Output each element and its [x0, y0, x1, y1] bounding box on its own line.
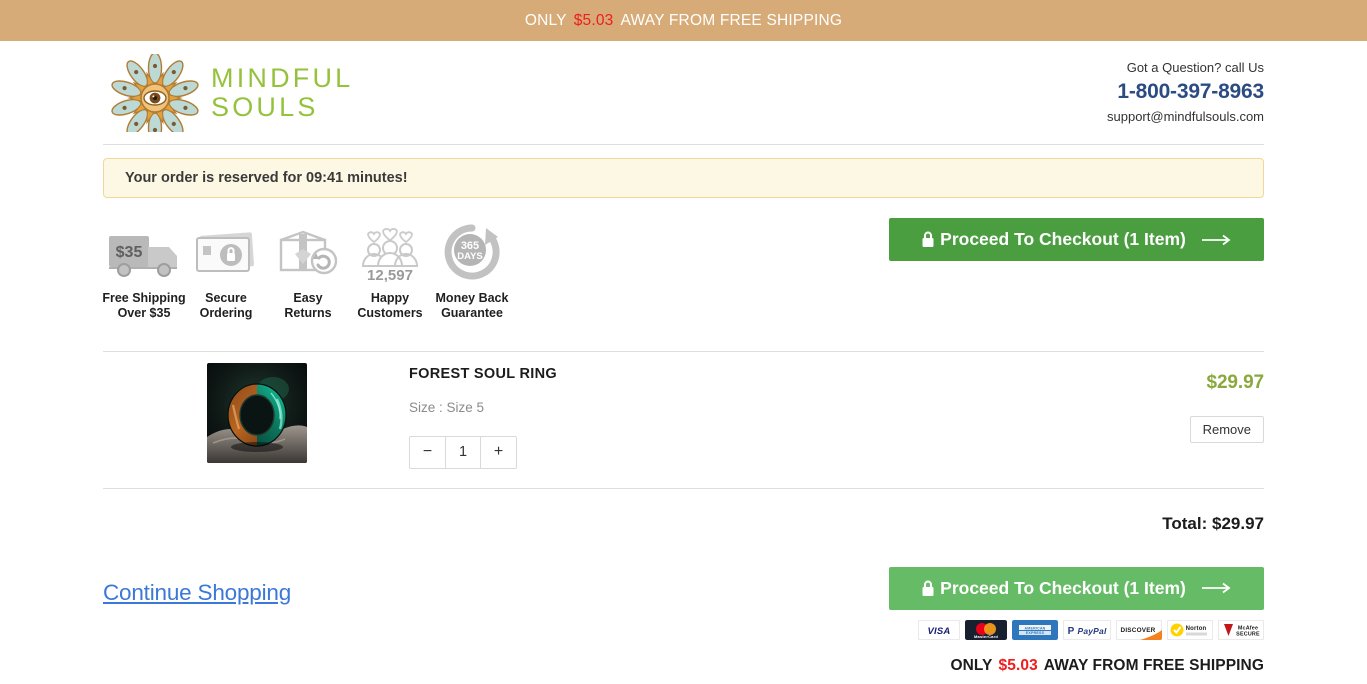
cart-item-details: FOREST SOUL RING Size : Size 5 − 1 +	[310, 363, 1084, 469]
brand-wordmark: MINDFUL SOULS	[211, 64, 353, 121]
svg-text:12,597: 12,597	[367, 267, 413, 282]
trust-badge-secure-ordering: Secure Ordering	[185, 216, 267, 321]
free-ship-amount: $5.03	[998, 656, 1038, 674]
contact-question-label: Got a Question? call Us	[1126, 60, 1264, 76]
checkout-button-label: Proceed To Checkout (1 Item)	[940, 229, 1186, 249]
norton-badge: Norton	[1167, 619, 1213, 640]
quantity-increment-button[interactable]: +	[481, 436, 516, 468]
money-back-365-icon: 365 DAYS	[436, 216, 508, 282]
paypal-badge: P PayPal	[1063, 619, 1111, 640]
trust-badge-caption: Money Back Guarantee	[435, 291, 509, 320]
free-shipping-promo-bar: ONLY $5.03 AWAY FROM FREE SHIPPING	[0, 0, 1367, 41]
promo-pre-text: ONLY	[524, 11, 567, 29]
order-reserved-alert: Your order is reserved for 09:41 minutes…	[103, 158, 1264, 198]
quantity-decrement-button[interactable]: −	[410, 436, 445, 468]
page-container: MINDFUL SOULS Got a Question? call Us 1-…	[0, 41, 1367, 675]
svg-text:Norton: Norton	[1186, 626, 1207, 632]
svg-text:VISA: VISA	[928, 626, 951, 637]
secure-card-lock-icon	[191, 216, 261, 282]
proceed-to-checkout-button-top[interactable]: Proceed To Checkout (1 Item)	[889, 218, 1264, 261]
svg-text:PayPal: PayPal	[1077, 626, 1107, 636]
svg-text:P: P	[1068, 626, 1075, 637]
return-box-icon	[273, 216, 343, 282]
remove-item-button[interactable]: Remove	[1189, 415, 1264, 443]
arrow-right-icon	[1201, 582, 1232, 594]
trust-badge-caption: Happy Customers	[357, 291, 423, 320]
continue-shopping-link[interactable]: Continue Shopping	[103, 567, 291, 606]
svg-text:AMERICAN: AMERICAN	[1025, 626, 1046, 630]
free-ship-pre: ONLY	[950, 656, 993, 674]
quantity-stepper[interactable]: − 1 +	[409, 435, 517, 469]
proceed-to-checkout-button-bottom[interactable]: Proceed To Checkout (1 Item)	[889, 566, 1264, 610]
free-ship-post: AWAY FROM FREE SHIPPING	[1043, 656, 1264, 674]
product-thumbnail[interactable]	[207, 362, 307, 463]
cart-totals: Total: $29.97	[103, 489, 1264, 534]
svg-text:$35: $35	[116, 244, 143, 261]
trust-badge-happy-customers: 12,597 Happy Customers	[349, 216, 431, 321]
svg-text:EXPRESS: EXPRESS	[1026, 631, 1045, 635]
trust-badges-row: $35 Free Shipping Over $35 Secure Orderi…	[102, 216, 1264, 352]
free-shipping-footer-message: ONLY $5.03 AWAY FROM FREE SHIPPING	[950, 657, 1264, 675]
contact-email: support@mindfulsouls.com	[1107, 108, 1264, 124]
quantity-value[interactable]: 1	[445, 436, 481, 468]
site-logo[interactable]: MINDFUL SOULS	[103, 53, 353, 132]
cart-item-thumbnail-cell	[103, 362, 310, 463]
checkout-button-label: Proceed To Checkout (1 Item)	[940, 577, 1186, 598]
svg-text:DISCOVER: DISCOVER	[1121, 627, 1156, 634]
contact-phone-link[interactable]: 1-800-397-8963	[1107, 79, 1264, 105]
product-variant: Size : Size 5	[409, 399, 485, 415]
brand-line-2: SOULS	[211, 91, 319, 122]
lock-icon	[921, 580, 935, 597]
cart-item-price-cell: $29.97 Remove	[1084, 363, 1264, 443]
discover-badge: DISCOVER	[1116, 619, 1162, 640]
mcafee-badge: McAfee SECURE	[1218, 619, 1264, 640]
order-reserved-text: Your order is reserved for 09:41 minutes…	[125, 170, 408, 186]
amex-badge: AMERICAN EXPRESS	[1012, 619, 1058, 640]
trust-badge-caption: Free Shipping Over $35	[102, 291, 186, 320]
trust-badge-easy-returns: Easy Returns	[267, 216, 349, 321]
lock-icon	[921, 231, 935, 248]
payment-badges-row: VISA MasterCard AMERICAN EXPRESS P PayPa…	[918, 619, 1264, 640]
promo-post-text: AWAY FROM FREE SHIPPING	[620, 11, 843, 29]
cart-total: Total: $29.97	[1162, 513, 1264, 533]
cart-item-row: FOREST SOUL RING Size : Size 5 − 1 + $29…	[103, 352, 1264, 489]
trust-badge-caption: Easy Returns	[284, 291, 332, 320]
product-price: $29.97	[1206, 371, 1264, 393]
trust-badges-list: $35 Free Shipping Over $35 Secure Orderi…	[102, 216, 513, 321]
mastercard-badge: MasterCard	[965, 619, 1007, 640]
product-title[interactable]: FOREST SOUL RING	[409, 366, 1084, 382]
cart-footer: Continue Shopping Proceed To Checkout (1…	[103, 566, 1264, 675]
cart-footer-right: Proceed To Checkout (1 Item) VISA Master…	[889, 566, 1264, 675]
svg-text:SECURE: SECURE	[1236, 631, 1260, 637]
visa-badge: VISA	[918, 619, 960, 640]
shipping-truck-icon: $35	[107, 216, 181, 282]
trust-badge-caption: Secure Ordering	[199, 291, 253, 320]
arrow-right-icon	[1201, 234, 1232, 246]
brand-line-1: MINDFUL	[211, 62, 354, 93]
trust-badge-money-back: 365 DAYS Money Back Guarantee	[431, 216, 513, 321]
promo-amount: $5.03	[573, 11, 614, 29]
svg-text:MasterCard: MasterCard	[974, 634, 998, 639]
site-header: MINDFUL SOULS Got a Question? call Us 1-…	[103, 41, 1264, 145]
mandala-eye-logo-icon	[111, 53, 199, 132]
header-contact-block: Got a Question? call Us 1-800-397-8963 s…	[1107, 60, 1264, 125]
trust-badge-free-shipping: $35 Free Shipping Over $35	[102, 216, 186, 321]
svg-text:DAYS: DAYS	[457, 251, 483, 262]
happy-customers-icon: 12,597	[352, 216, 428, 282]
